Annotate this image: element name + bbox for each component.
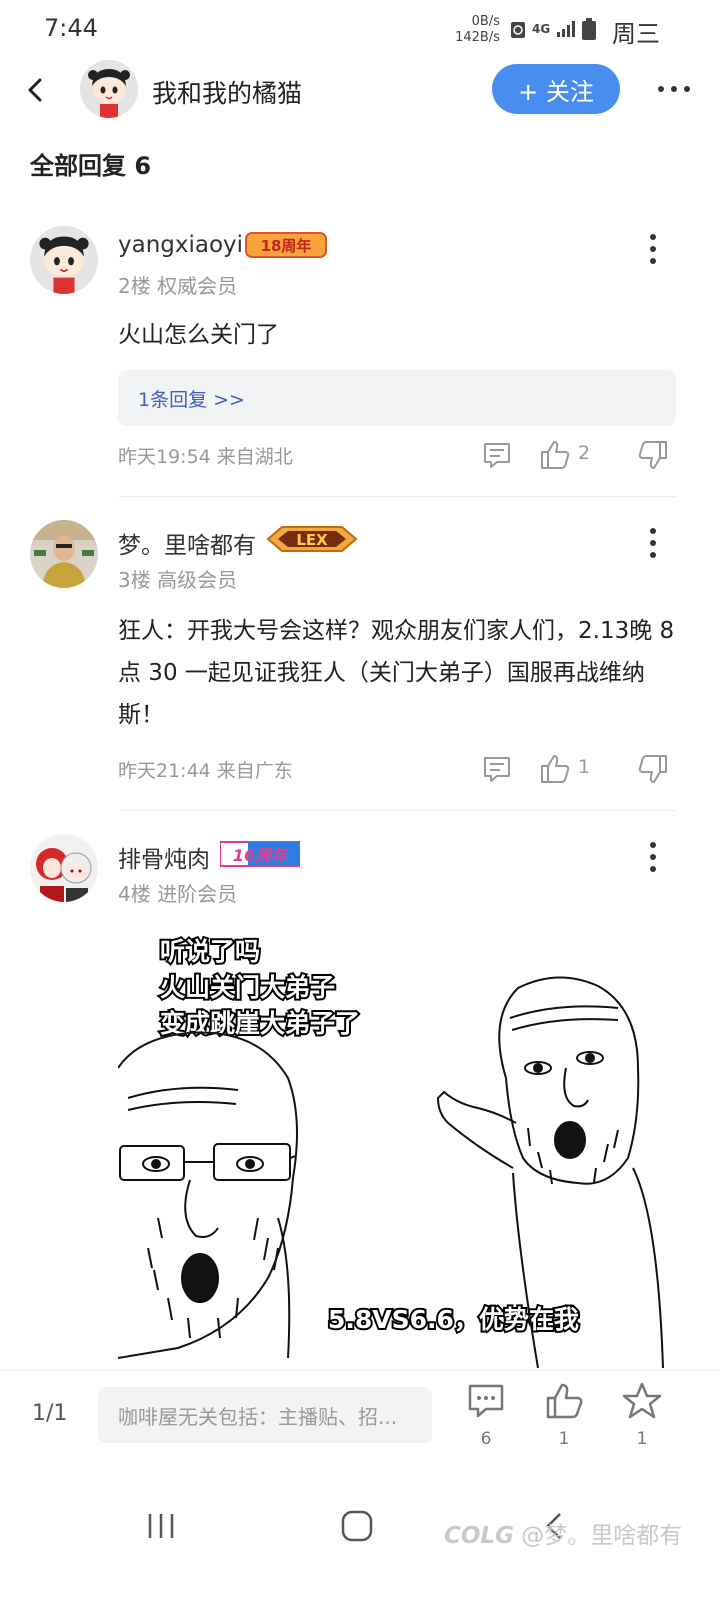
comment-count: 6: [480, 1429, 492, 1449]
time-and-location: 昨天21:44 来自广东: [118, 760, 293, 782]
watermark: COLG @梦。里啥都有: [444, 1516, 682, 1550]
recycle-icon: [511, 22, 525, 38]
comment-text: 火山怎么关门了: [118, 322, 279, 348]
badge-text: 16周年: [233, 846, 289, 865]
comment-footer: 昨天21:44 来自广东 1: [118, 752, 678, 788]
divider: [118, 496, 676, 497]
commenter-avatar[interactable]: [30, 226, 98, 294]
watermark-logo: COLG: [444, 1523, 514, 1549]
anniversary-badge-icon: 16周年: [219, 841, 301, 867]
reply-input[interactable]: 咖啡屋无关包括：主播贴、招...: [98, 1387, 432, 1443]
battery-icon: [582, 18, 597, 40]
like-count: 2: [578, 442, 591, 464]
more-options-icon[interactable]: [656, 74, 692, 104]
comment-meme-image[interactable]: 听说了吗 火山关门大弟子 变成跳崖大弟子了 5.8VS6.6，优势在我: [118, 918, 678, 1368]
system-navigation-bar: COLG @梦。里啥都有: [0, 1466, 720, 1600]
meme-caption-line: 火山关门大弟子: [160, 973, 335, 1002]
status-bar: 7:44 0B/s 142B/s 4G 周三: [0, 0, 720, 58]
badge-text: 18周年: [261, 237, 312, 255]
dislike-icon[interactable]: [636, 752, 670, 786]
anniversary-badge: 16周年: [219, 840, 301, 870]
author-avatar[interactable]: [80, 60, 138, 118]
like-count: 1: [578, 756, 591, 778]
comment-footer: 昨天19:54 来自湖北 2: [118, 438, 678, 474]
reply-comment-icon[interactable]: [480, 438, 514, 472]
meme-caption-line: 听说了吗: [160, 937, 260, 966]
status-time: 7:44: [44, 14, 98, 42]
commenter-name[interactable]: 梦。里啥都有: [118, 526, 256, 560]
like-icon[interactable]: [538, 752, 572, 786]
recent-apps-icon[interactable]: [136, 1506, 186, 1546]
network-type: 4G: [532, 22, 551, 36]
floor-and-rank: 2楼 权威会员: [118, 274, 238, 298]
floor-and-rank: 3楼 高级会员: [118, 568, 238, 592]
like-post-button[interactable]: 1: [534, 1381, 594, 1461]
network-speed-up: 142B/s: [455, 30, 500, 45]
favorite-button[interactable]: 1: [612, 1381, 672, 1461]
signal-icon: [557, 21, 576, 37]
like-icon[interactable]: [538, 438, 572, 472]
badge-text: LEX: [296, 531, 328, 549]
app-screen: { "status_bar": { "time": "7:44", "speed…: [0, 0, 720, 1600]
time-and-location: 昨天19:54 来自湖北: [118, 446, 293, 468]
anniversary-badge-icon: 18周年: [245, 232, 327, 258]
commenter-name[interactable]: yangxiaoyi: [118, 232, 243, 258]
thread-author-name[interactable]: 我和我的橘猫: [152, 74, 302, 110]
comment-icon: [468, 1384, 504, 1418]
comment-more-icon[interactable]: [640, 840, 666, 874]
dislike-icon[interactable]: [636, 438, 670, 472]
sub-replies-link[interactable]: 1条回复 >>: [118, 370, 676, 426]
thread-header: 我和我的橘猫 + 关注: [0, 58, 720, 122]
meme-bottom-caption: 5.8VS6.6，优势在我: [328, 1305, 579, 1334]
favorite-count: 1: [636, 1429, 648, 1449]
commenter-name[interactable]: 排骨炖肉: [118, 840, 210, 874]
divider: [118, 810, 676, 811]
status-icons: 4G: [510, 18, 597, 40]
anniversary-badge: 18周年: [244, 230, 328, 260]
commenter-avatar[interactable]: [30, 520, 98, 588]
follow-button[interactable]: + 关注: [492, 64, 620, 114]
comment-text: 狂人：开我大号会这样？观众朋友们家人们，2.13晚 8 点 30 一起见证我狂人…: [118, 618, 675, 728]
man-portrait-avatar-icon: [30, 520, 98, 588]
post-like-count: 1: [558, 1429, 570, 1449]
page-indicator[interactable]: 1/1: [32, 1401, 67, 1426]
watermark-handle: @梦。里啥都有: [521, 1523, 683, 1549]
back-arrow-icon[interactable]: [18, 72, 54, 108]
cartoon-girl-avatar-icon: [30, 226, 98, 294]
level-badge-icon: LEX: [266, 526, 358, 552]
comment-more-icon[interactable]: [640, 232, 666, 266]
anime-characters-avatar-icon: [30, 834, 98, 902]
star-icon: [622, 1382, 662, 1419]
cartoon-girl-avatar-icon: [80, 60, 138, 118]
thumbs-up-icon: [546, 1383, 583, 1419]
network-speed-down: 0B/s: [471, 14, 500, 29]
status-day: 周三: [612, 20, 660, 48]
comments-button[interactable]: 6: [456, 1381, 516, 1461]
home-icon[interactable]: [332, 1506, 382, 1546]
reply-comment-icon[interactable]: [480, 752, 514, 786]
bottom-action-bar: 1/1 咖啡屋无关包括：主播贴、招... 6 1 1: [0, 1370, 720, 1466]
comment-more-icon[interactable]: [640, 526, 666, 560]
wojak-meme-illustration: 听说了吗 火山关门大弟子 变成跳崖大弟子了 5.8VS6.6，优势在我: [118, 918, 678, 1368]
all-replies-heading: 全部回复 6: [30, 152, 152, 180]
network-speed: 0B/s 142B/s: [448, 14, 500, 46]
floor-and-rank: 4楼 进阶会员: [118, 882, 238, 906]
level-badge: LEX: [266, 524, 358, 554]
commenter-avatar[interactable]: [30, 834, 98, 902]
